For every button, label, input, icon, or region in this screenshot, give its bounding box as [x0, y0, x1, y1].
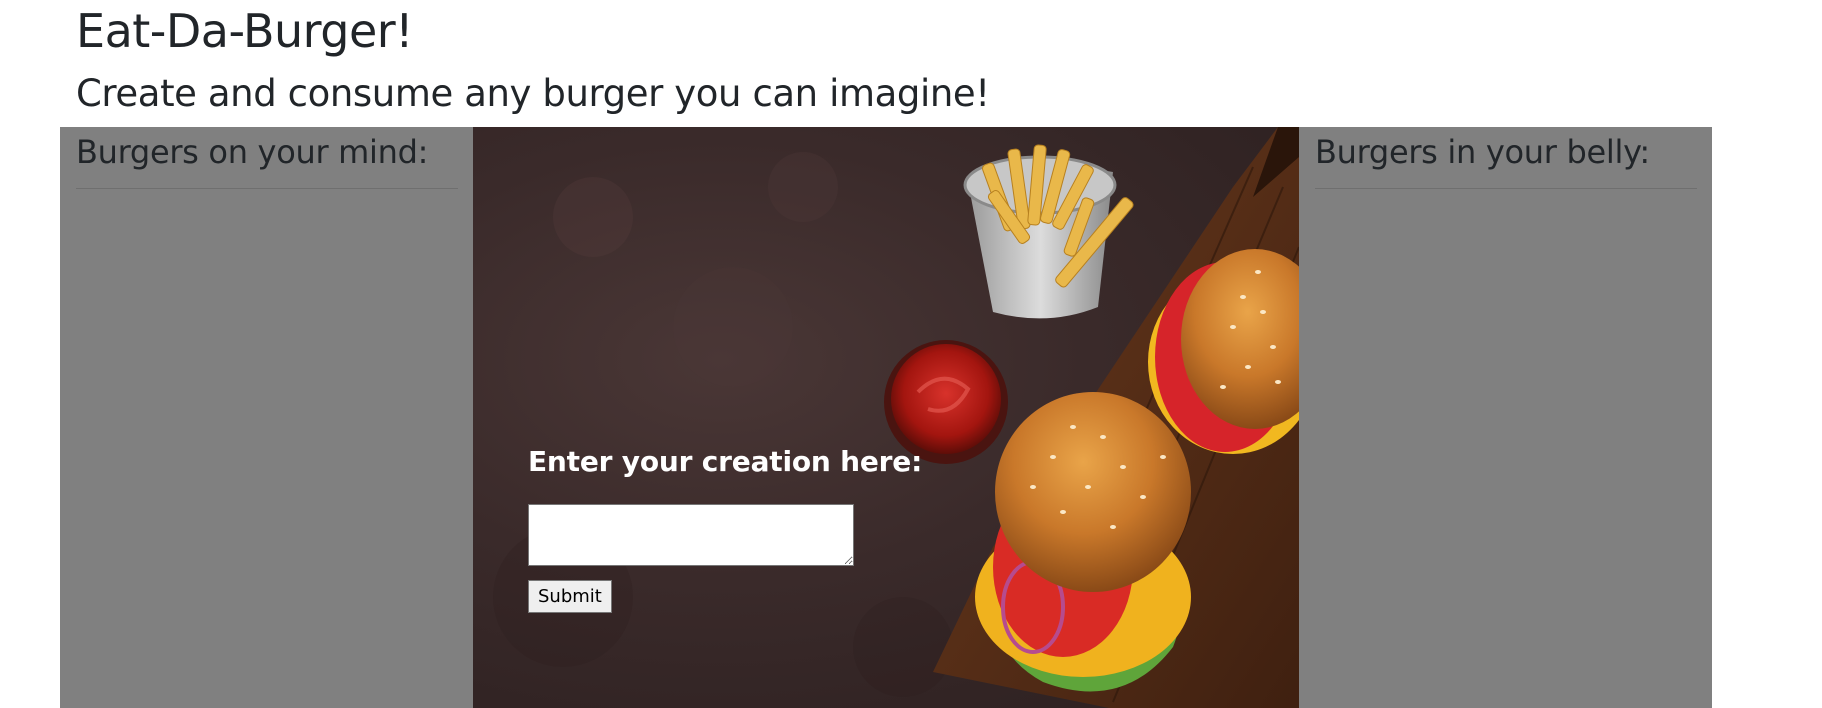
burgers-on-mind-column: Burgers on your mind: — [60, 127, 473, 708]
burger-icon — [975, 392, 1191, 692]
burgers-in-belly-column: Burgers in your belly: — [1299, 127, 1712, 708]
burgers-in-belly-heading: Burgers in your belly: — [1315, 133, 1650, 171]
page-title: Eat-Da-Burger! — [76, 4, 414, 58]
burger-icon — [1148, 249, 1299, 454]
page: Eat-Da-Burger! Create and consume any bu… — [0, 0, 1822, 708]
fries-bucket-icon — [963, 144, 1134, 319]
creation-label: Enter your creation here: — [528, 445, 923, 478]
hero-image-panel: Enter your creation here: Submit — [473, 127, 1299, 708]
content-row: Burgers on your mind: Enter your creatio… — [60, 127, 1712, 708]
divider — [1315, 188, 1697, 189]
burger-name-input[interactable] — [528, 504, 854, 566]
hero-image — [493, 127, 1299, 708]
background-texture — [493, 152, 953, 697]
page-subtitle: Create and consume any burger you can im… — [76, 72, 990, 115]
burgers-on-mind-heading: Burgers on your mind: — [76, 133, 429, 171]
divider — [76, 188, 458, 189]
submit-button[interactable]: Submit — [528, 580, 612, 613]
